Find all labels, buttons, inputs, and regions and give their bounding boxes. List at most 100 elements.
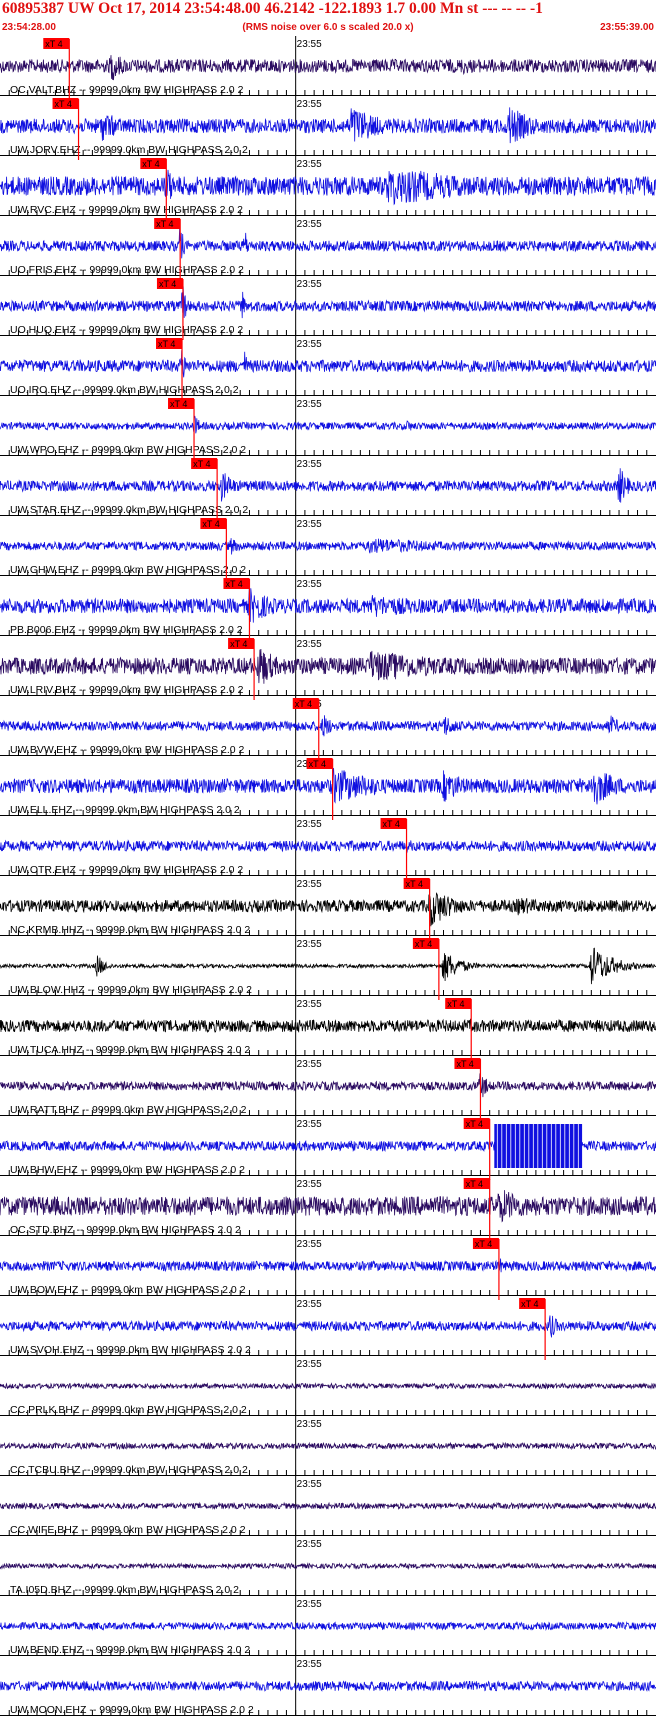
pick-label: xT 4 <box>158 339 175 349</box>
minute-marker-label: 23:55 <box>297 399 322 410</box>
station-label: UW.JORV.EHZ -- 99999.0km BW HIGHPASS 2.0… <box>10 144 248 156</box>
station-label: UW.GHW.EHZ -- 99999.0km BW HIGHPASS 2.0 … <box>10 564 246 576</box>
station-panel: 23:55 UW.LRIV.BHZ -- 99999.0km BW HIGHPAS… <box>0 636 656 700</box>
waveform-trace <box>0 415 656 434</box>
station-panel: 23:55 UO.FRIS.EHZ -- 99999.0km BW HIGHPAS… <box>0 216 656 280</box>
pick-label: xT 4 <box>466 1179 483 1189</box>
station-panel: 23:55 UW.SVOH.EHZ -- 99999.0km BW HIGHPAS… <box>0 1296 656 1360</box>
pick-label: xT 4 <box>142 159 159 169</box>
station-panel: 23:55 OC.STD.BHZ -- 99999.0km BW HIGHPASS… <box>0 1176 656 1240</box>
waveform-trace <box>0 588 656 623</box>
station-panel: 23:55 UW.RATT.BHZ -- 99999.0km BW HIGHPAS… <box>0 1056 656 1120</box>
station-label: UW.BVW.EHZ -- 99999.0km BW HIGHPASS 2.0 … <box>10 744 245 756</box>
station-panel: 23:55 UO.HUQ.EHZ -- 99999.0km BW HIGHPASS… <box>0 276 656 340</box>
station-panel: 23:55 NC.KRMB.HHZ -- 99999.0km BW HIGHPAS… <box>0 876 656 940</box>
station-panel: 23:55 UO.IRO.EHZ -- 99999.0km BW HIGHPASS… <box>0 336 656 400</box>
station-label: UO.FRIS.EHZ -- 99999.0km BW HIGHPASS 2.0… <box>10 264 244 276</box>
station-panel: 23:55 TA.I05D.BHZ -- 99999.0km BW HIGHPAS… <box>0 1536 656 1596</box>
waveform-trace <box>0 1315 656 1338</box>
minute-marker-label: 23:55 <box>297 339 322 350</box>
waveform-trace <box>0 1073 656 1098</box>
station-panel: 23:55 PB.B006.EHZ -- 99999.0km BW HIGHPAS… <box>0 576 656 640</box>
minute-marker-label: 23:55 <box>297 99 322 110</box>
station-panel: 23:55UW.BVW.EHZ -- 99999.0km BW HIGHPASS… <box>0 696 656 760</box>
station-label: UW.BEND.EHZ -- 99999.0km BW HIGHPASS 2.0… <box>10 1644 250 1656</box>
station-panel: 23:55 UW.MOON.EHZ -- 99999.0km BW HIGHPAS… <box>0 1656 656 1716</box>
station-label: UW.STAR.EHZ -- 99999.0km BW HIGHPASS 2.0… <box>10 504 248 516</box>
station-panel: 23:55 UW.STAR.EHZ -- 99999.0km BW HIGHPAS… <box>0 456 656 520</box>
pick-label: xT 4 <box>521 1299 538 1309</box>
station-panel: 23:55 UW.BHW.EHZ -- 99999.0km BW HIGHPASS… <box>0 1116 656 1180</box>
station-panel: 23:55 UW.BEND.EHZ -- 99999.0km BW HIGHPAS… <box>0 1596 656 1656</box>
station-label: UW.BHW.EHZ -- 99999.0km BW HIGHPASS 2.0 … <box>10 1164 245 1176</box>
station-label: UW.RATT.BHZ -- 99999.0km BW HIGHPASS 2.0… <box>10 1104 247 1116</box>
minute-marker-label: 23:55 <box>297 1419 322 1430</box>
minute-marker-label: 23:55 <box>297 1059 322 1070</box>
window-end-time: 23:55:39.00 <box>600 22 654 33</box>
waveform-trace <box>0 1190 656 1223</box>
minute-marker-label: 23:55 <box>297 1239 322 1250</box>
minute-marker-label: 23:55 <box>297 819 322 830</box>
station-panel: 23:55 UW.GHW.EHZ -- 99999.0km BW HIGHPASS… <box>0 516 656 580</box>
station-label: UO.HUQ.EHZ -- 99999.0km BW HIGHPASS 2.0 … <box>10 324 243 336</box>
station-label: UW.WPO.EHZ -- 99999.0km BW HIGHPASS 2.0 … <box>10 444 246 456</box>
station-label: UW.LRIV.BHZ -- 99999.0km BW HIGHPASS 2.0… <box>10 684 244 696</box>
minute-marker-label: 23:55 <box>297 999 322 1010</box>
waveform-trace <box>0 468 656 503</box>
waveform-trace <box>0 1562 656 1570</box>
station-panel: 23:55 CC.PRLK.BHZ -- 99999.0km BW HIGHPAS… <box>0 1356 656 1416</box>
pick-label: xT 4 <box>309 759 326 769</box>
station-panel: 23:55 CC.TCBU.BHZ -- 99999.0km BW HIGHPAS… <box>0 1416 656 1476</box>
station-label: UW.MOON.EHZ -- 99999.0km BW HIGHPASS 2.0… <box>10 1704 254 1716</box>
pick-label: xT 4 <box>456 1059 473 1069</box>
station-label: UW.OTR.EHZ -- 99999.0km BW HIGHPASS 2.0 … <box>10 864 243 876</box>
waveform-trace <box>0 1382 656 1390</box>
pick-label: xT 4 <box>156 219 173 229</box>
minute-marker-label: 23:55 <box>297 519 322 530</box>
station-panel: 23:55 UW.WPO.EHZ -- 99999.0km BW HIGHPASS… <box>0 396 656 460</box>
waveform-trace <box>0 1441 656 1451</box>
minute-marker-label: 23:55 <box>297 1359 322 1370</box>
pick-label: xT 4 <box>225 579 242 589</box>
waveform-trace <box>0 767 656 805</box>
waveform-trace <box>0 286 656 319</box>
station-label: CC.PRLK.BHZ -- 99999.0km BW HIGHPASS 2.0… <box>10 1404 247 1416</box>
pick-label: xT 4 <box>170 399 187 409</box>
pick-label: xT 4 <box>193 459 210 469</box>
minute-marker-label: 23:55 <box>297 1299 322 1310</box>
waveform-trace <box>0 892 656 927</box>
minute-marker-label: 23:55 <box>297 1479 322 1490</box>
minute-marker-label: 23:55 <box>297 1599 322 1610</box>
event-title: 60895387 UW Oct 17, 2014 23:54:48.00 46.… <box>2 0 543 17</box>
minute-marker-label: 23:55 <box>297 159 322 170</box>
minute-marker-label: 23:55 <box>297 39 322 50</box>
waveform-trace <box>0 107 656 144</box>
station-label: UW.RVC.EHZ -- 99999.0km BW HIGHPASS 2.0 … <box>10 204 243 216</box>
pick-label: xT 4 <box>159 279 176 289</box>
waveform-trace <box>0 1501 656 1511</box>
pick-label: xT 4 <box>383 819 400 829</box>
pick-label: xT 4 <box>466 1119 483 1129</box>
waveform-trace <box>0 1258 656 1273</box>
station-label: CC.TCBU.BHZ -- 99999.0km BW HIGHPASS 2.0… <box>10 1464 248 1476</box>
minute-marker-label: 23:55 <box>297 579 322 590</box>
pick-label: xT 4 <box>202 519 219 529</box>
seismogram-plot: 23:55 OC.VALT.BHZ -- 99999.0km BW HIGHPAS… <box>0 36 656 1716</box>
minute-marker-label: 23:55 <box>297 1179 322 1190</box>
station-panel: 23:55 CC.WIFE.BHZ -- 99999.0km BW HIGHPAS… <box>0 1476 656 1536</box>
waveform-trace <box>0 228 656 259</box>
waveform-trace <box>0 350 656 378</box>
station-panel: 23:55 UW.OTR.EHZ -- 99999.0km BW HIGHPASS… <box>0 816 656 880</box>
station-label: UW.BLOW.HHZ -- 99999.0km BW HIGHPASS 2.0… <box>10 984 252 996</box>
pick-label: xT 4 <box>295 699 312 709</box>
waveform-trace <box>0 947 656 985</box>
record-header: 60895387 UW Oct 17, 2014 23:54:48.00 46.… <box>0 0 656 36</box>
station-panel: 23:55 OC.VALT.BHZ -- 99999.0km BW HIGHPAS… <box>0 36 656 100</box>
waveform-trace <box>0 169 656 206</box>
pick-label: xT 4 <box>475 1239 492 1249</box>
station-panel: 23:55 UW.BLOW.HHZ -- 99999.0km BW HIGHPAS… <box>0 936 656 1000</box>
station-panel: 23:55 UW.JORV.EHZ -- 99999.0km BW HIGHPAS… <box>0 96 656 160</box>
station-panel: 23:55UW.ELL.EHZ -- 99999.0km BW HIGHPASS… <box>0 756 656 820</box>
station-label: TA.I05D.BHZ -- 99999.0km BW HIGHPASS 2.0… <box>10 1584 239 1596</box>
waveform-trace <box>0 1018 656 1034</box>
